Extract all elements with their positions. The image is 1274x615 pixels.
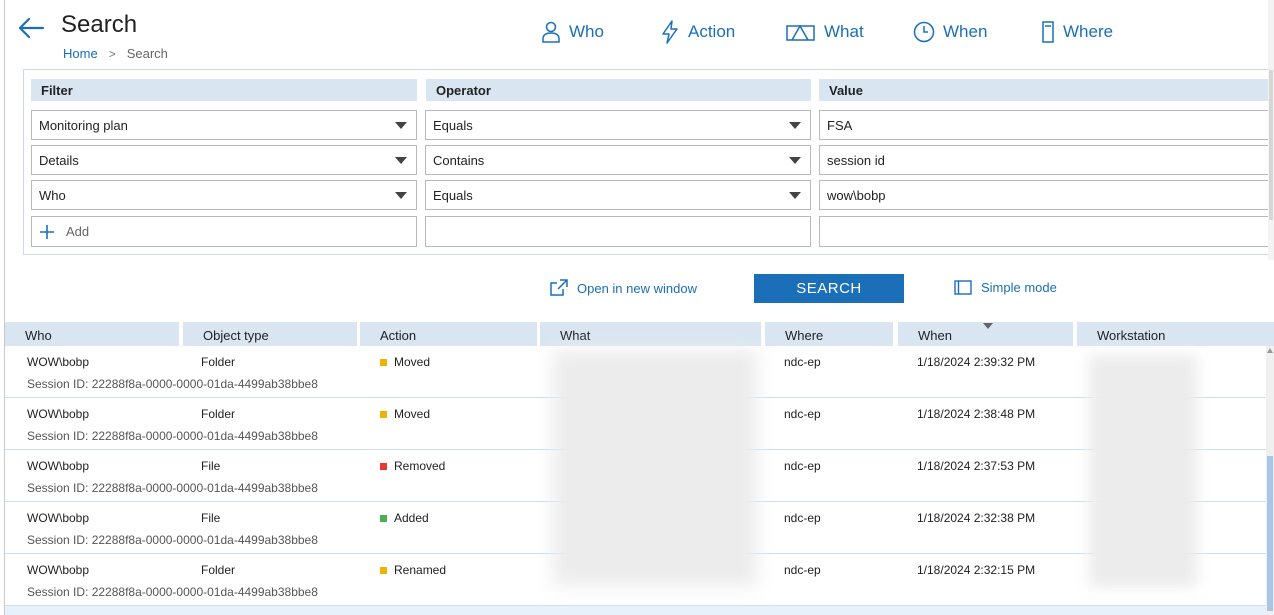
value-column-header: Value bbox=[819, 79, 1274, 101]
column-header-where[interactable]: Where bbox=[765, 322, 893, 346]
value-empty-field[interactable] bbox=[819, 216, 1274, 247]
scroll-up-arrow-icon[interactable] bbox=[1267, 348, 1273, 353]
nav-who[interactable]: Who bbox=[541, 18, 604, 46]
server-icon bbox=[1042, 21, 1054, 43]
simple-mode-link[interactable]: Simple mode bbox=[954, 280, 1057, 295]
operator-select[interactable]: Equals bbox=[425, 110, 811, 140]
clock-icon bbox=[913, 21, 935, 43]
shapes-icon bbox=[786, 24, 815, 41]
sort-descending-icon[interactable] bbox=[983, 323, 993, 329]
where-cell: ndc-ep bbox=[784, 355, 821, 369]
redacted-what-column bbox=[553, 350, 757, 586]
where-cell: ndc-ep bbox=[784, 407, 821, 421]
user-icon bbox=[542, 21, 560, 43]
action-status-square bbox=[380, 410, 387, 418]
redacted-workstation-column bbox=[1089, 355, 1197, 587]
object-type-cell: File bbox=[201, 459, 221, 473]
value-input[interactable]: session id bbox=[819, 145, 1274, 175]
where-cell: ndc-ep bbox=[784, 563, 821, 577]
breadcrumb-home-link[interactable]: Home bbox=[63, 46, 98, 61]
action-label: Added bbox=[394, 511, 429, 525]
filter-scrollbar-thumb[interactable] bbox=[1269, 70, 1273, 220]
panel-icon bbox=[954, 280, 972, 295]
action-status-square bbox=[380, 358, 387, 366]
action-status-square bbox=[380, 566, 387, 574]
filter-select[interactable]: Monitoring plan bbox=[31, 110, 417, 140]
nav-when[interactable]: When bbox=[913, 18, 987, 46]
nav-where[interactable]: Where bbox=[1041, 18, 1113, 46]
open-new-window-label: Open in new window bbox=[577, 280, 697, 296]
lightning-icon bbox=[662, 20, 678, 44]
open-new-window-link[interactable]: Open in new window bbox=[549, 279, 697, 297]
object-type-cell: File bbox=[201, 511, 221, 525]
nav-action[interactable]: Action bbox=[660, 18, 735, 46]
table-row-partial[interactable] bbox=[5, 606, 1267, 615]
action-status-square bbox=[380, 462, 387, 470]
nav-where-label: Where bbox=[1063, 22, 1114, 41]
filter-select[interactable]: Who bbox=[31, 180, 417, 210]
breadcrumb-current: Search bbox=[126, 46, 168, 61]
breadcrumb: Home > Search bbox=[63, 46, 168, 61]
action-label: Moved bbox=[394, 355, 431, 369]
nav-what-label: What bbox=[824, 22, 864, 41]
session-id-cell: Session ID: 22288f8a-0000-0000-01da-4499… bbox=[27, 533, 318, 547]
external-link-icon bbox=[550, 279, 568, 296]
operator-select[interactable]: Equals bbox=[425, 180, 811, 210]
action-cell: Added bbox=[380, 511, 429, 525]
column-header-action[interactable]: Action bbox=[360, 322, 537, 346]
simple-mode-label: Simple mode bbox=[981, 280, 1057, 295]
add-filter-button[interactable]: Add bbox=[31, 216, 417, 247]
value-input[interactable]: wow\bobp bbox=[819, 180, 1274, 210]
when-cell: 1/18/2024 2:38:48 PM bbox=[917, 407, 1036, 421]
plus-icon bbox=[40, 224, 54, 239]
session-id-cell: Session ID: 22288f8a-0000-0000-01da-4499… bbox=[27, 377, 318, 391]
when-cell: 1/18/2024 2:32:38 PM bbox=[917, 511, 1036, 525]
action-label: Renamed bbox=[394, 563, 447, 577]
session-id-cell: Session ID: 22288f8a-0000-0000-01da-4499… bbox=[27, 585, 318, 599]
column-header-what[interactable]: What bbox=[540, 322, 761, 346]
action-cell: Removed bbox=[380, 459, 445, 473]
breadcrumb-separator: > bbox=[108, 46, 116, 61]
when-cell: 1/18/2024 2:37:53 PM bbox=[917, 459, 1036, 473]
where-cell: ndc-ep bbox=[784, 459, 821, 473]
nav-when-label: When bbox=[943, 22, 988, 41]
where-cell: ndc-ep bbox=[784, 511, 821, 525]
filter-select[interactable]: Details bbox=[31, 145, 417, 175]
search-button[interactable]: SEARCH bbox=[754, 274, 904, 303]
who-cell: WOW\bobp bbox=[27, 459, 90, 473]
filter-column-header: Filter bbox=[31, 79, 417, 101]
column-header-object-type[interactable]: Object type bbox=[183, 322, 357, 346]
page-title: Search bbox=[61, 11, 138, 38]
action-cell: Moved bbox=[380, 355, 430, 369]
column-header-who[interactable]: Who bbox=[5, 322, 179, 346]
who-cell: WOW\bobp bbox=[27, 355, 90, 369]
column-header-workstation[interactable]: Workstation bbox=[1077, 322, 1274, 346]
value-input[interactable]: FSA bbox=[819, 110, 1274, 140]
object-type-cell: Folder bbox=[201, 563, 236, 577]
action-status-square bbox=[380, 514, 387, 522]
session-id-cell: Session ID: 22288f8a-0000-0000-01da-4499… bbox=[27, 429, 318, 443]
action-cell: Renamed bbox=[380, 563, 446, 577]
session-id-cell: Session ID: 22288f8a-0000-0000-01da-4499… bbox=[27, 481, 318, 495]
action-label: Moved bbox=[394, 407, 431, 421]
results-scrollbar-thumb[interactable] bbox=[1267, 456, 1273, 611]
nav-what[interactable]: What bbox=[786, 18, 864, 46]
action-cell: Moved bbox=[380, 407, 430, 421]
who-cell: WOW\bobp bbox=[27, 511, 90, 525]
when-cell: 1/18/2024 2:32:15 PM bbox=[917, 563, 1036, 577]
add-filter-label: Add bbox=[66, 224, 90, 239]
operator-column-header: Operator bbox=[426, 79, 811, 101]
who-cell: WOW\bobp bbox=[27, 407, 90, 421]
action-label: Removed bbox=[394, 459, 446, 473]
operator-select[interactable]: Contains bbox=[425, 145, 811, 175]
back-arrow-icon[interactable] bbox=[16, 14, 46, 42]
who-cell: WOW\bobp bbox=[27, 563, 90, 577]
operator-empty-field[interactable] bbox=[425, 216, 811, 247]
object-type-cell: Folder bbox=[201, 407, 236, 421]
nav-who-label: Who bbox=[569, 22, 604, 41]
nav-action-label: Action bbox=[688, 22, 736, 41]
when-cell: 1/18/2024 2:39:32 PM bbox=[917, 355, 1036, 369]
object-type-cell: Folder bbox=[201, 355, 236, 369]
